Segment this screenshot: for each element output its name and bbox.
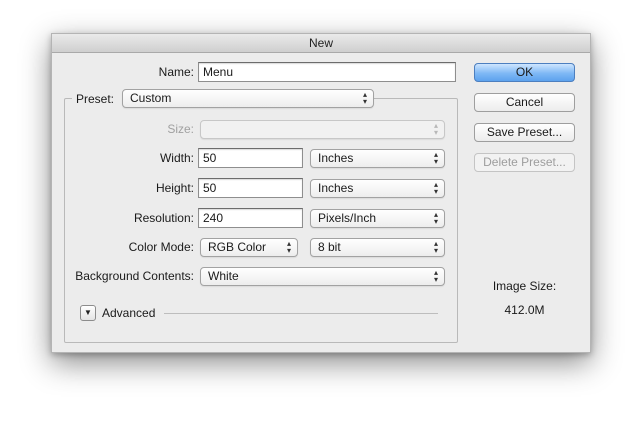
background-contents-select[interactable]: White ▴ ▾ [200, 267, 445, 286]
color-mode-value: RGB Color [208, 240, 267, 254]
height-unit-select[interactable]: Inches ▴ ▾ [310, 179, 445, 198]
save-preset-button[interactable]: Save Preset... [474, 123, 575, 142]
bit-depth-select[interactable]: 8 bit ▴ ▾ [310, 238, 445, 257]
size-select: ▴ ▾ [200, 120, 445, 139]
updown-arrows-icon: ▴ ▾ [286, 239, 291, 255]
bit-depth-value: 8 bit [318, 240, 341, 254]
updown-arrows-icon: ▴ ▾ [362, 90, 367, 106]
image-size-label: Image Size: [492, 279, 557, 293]
updown-arrows-icon: ▴ ▾ [433, 150, 438, 166]
resolution-unit-select[interactable]: Pixels/Inch ▴ ▾ [310, 209, 445, 228]
color-mode-label: Color Mode: [128, 240, 194, 254]
name-field[interactable]: Menu [198, 62, 456, 82]
preset-value: Custom [130, 91, 172, 105]
resolution-unit-value: Pixels/Inch [318, 211, 377, 225]
width-unit-select[interactable]: Inches ▴ ▾ [310, 149, 445, 168]
cancel-button[interactable]: Cancel [474, 93, 575, 112]
name-label: Name: [158, 65, 194, 79]
advanced-label[interactable]: Advanced [102, 303, 155, 323]
preset-row: Preset: [72, 89, 127, 109]
ok-button[interactable]: OK [474, 63, 575, 82]
preset-label: Preset: [76, 92, 115, 106]
delete-preset-button: Delete Preset... [474, 153, 575, 172]
preset-select[interactable]: Custom ▴ ▾ [122, 89, 374, 108]
width-unit-value: Inches [318, 151, 354, 165]
new-document-dialog: New Name: Menu Preset: Custom ▴ ▾ Size: ▴… [51, 33, 591, 353]
updown-arrows-icon: ▴ ▾ [433, 239, 438, 255]
background-contents-value: White [208, 269, 239, 283]
updown-arrows-icon: ▴ ▾ [433, 268, 438, 284]
background-contents-label: Background Contents: [75, 269, 194, 283]
width-label: Width: [159, 151, 194, 165]
height-unit-value: Inches [318, 181, 354, 195]
updown-arrows-icon: ▴ ▾ [433, 121, 438, 137]
color-mode-select[interactable]: RGB Color ▴ ▾ [200, 238, 298, 257]
size-label: Size: [167, 122, 194, 136]
updown-arrows-icon: ▴ ▾ [433, 180, 438, 196]
updown-arrows-icon: ▴ ▾ [433, 210, 438, 226]
width-field[interactable]: 50 [198, 148, 303, 168]
advanced-divider [164, 313, 438, 314]
height-field[interactable]: 50 [198, 178, 303, 198]
image-size-value: 412.0M [504, 303, 545, 317]
height-label: Height: [155, 181, 194, 195]
resolution-label: Resolution: [133, 211, 194, 225]
dialog-title: New [52, 34, 590, 53]
resolution-field[interactable]: 240 [198, 208, 303, 228]
disclosure-triangle-icon[interactable]: ▼ [80, 305, 96, 321]
